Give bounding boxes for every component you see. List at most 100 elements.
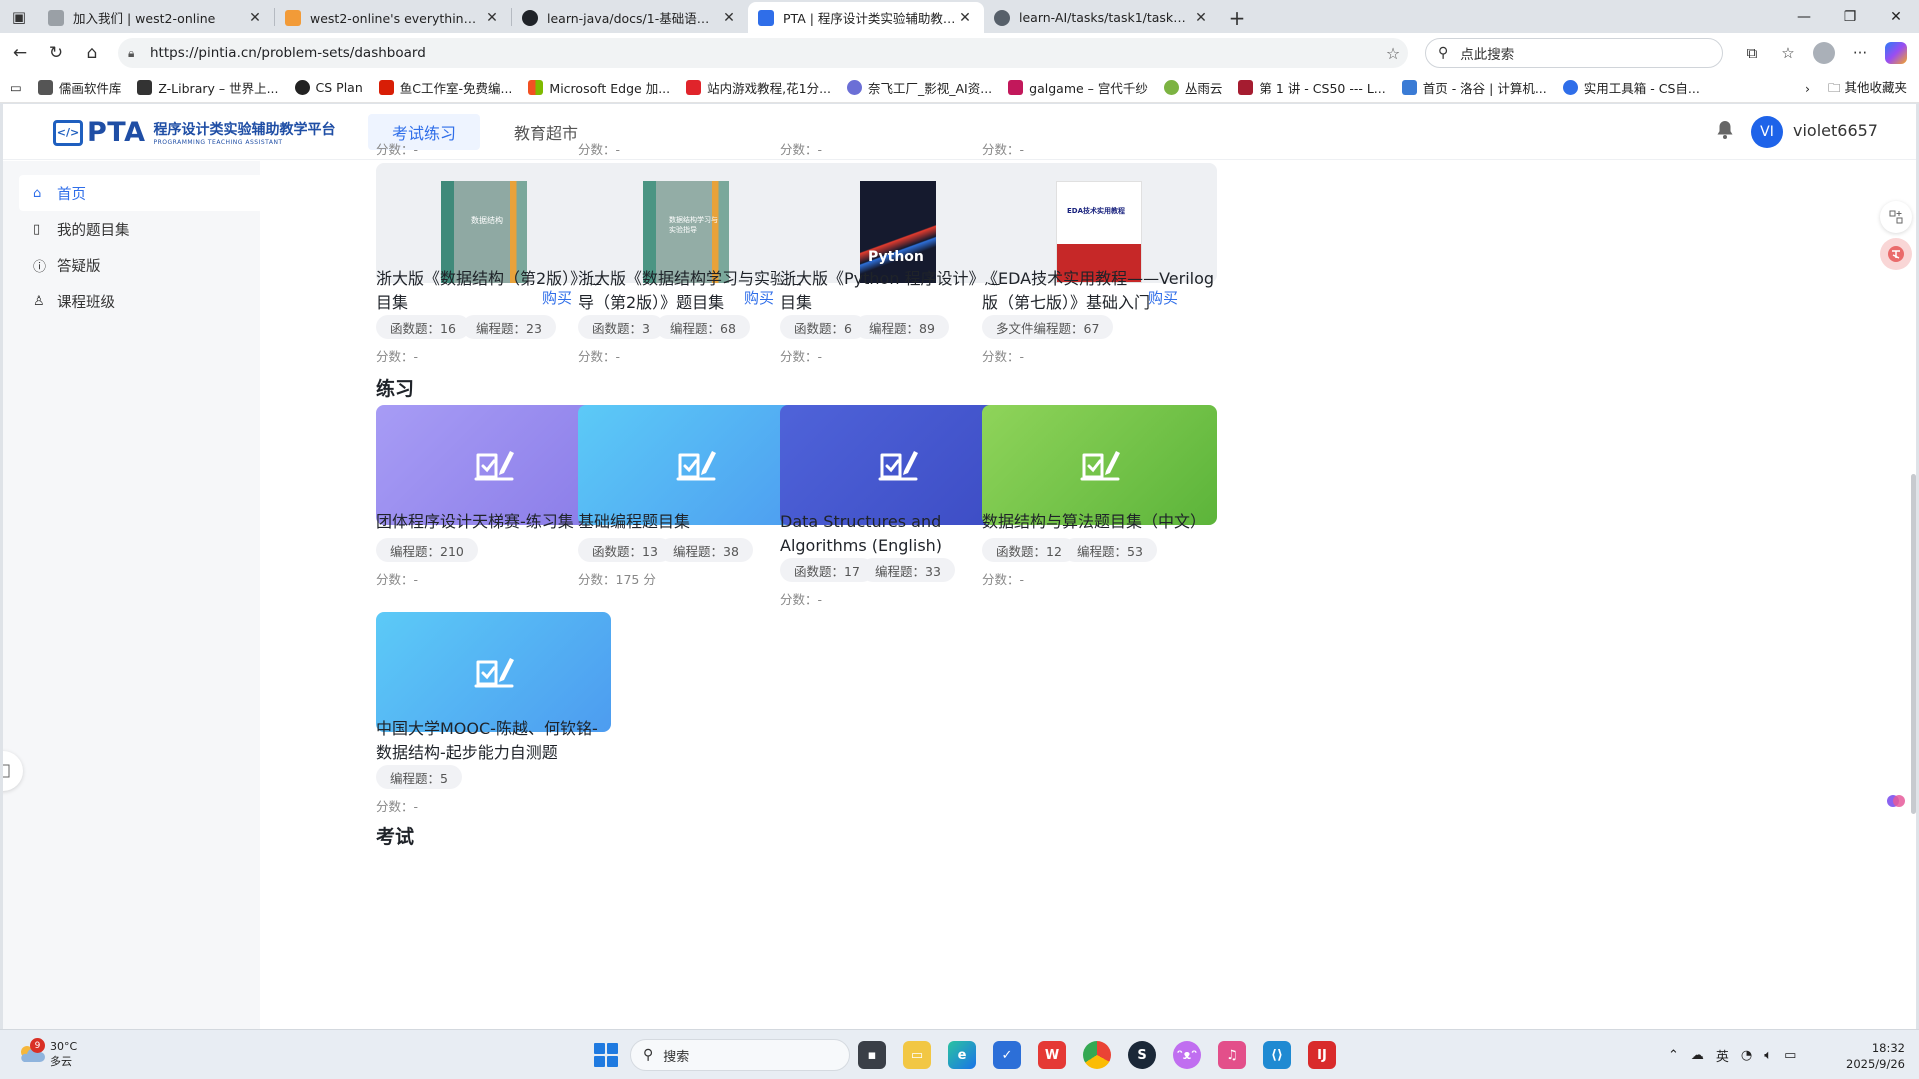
minimize-icon[interactable]: — bbox=[1781, 0, 1827, 33]
home-icon[interactable]: ⌂ bbox=[74, 35, 110, 71]
bell-icon[interactable] bbox=[1716, 120, 1734, 145]
back-icon[interactable]: ← bbox=[2, 35, 38, 71]
close-icon[interactable]: ✕ bbox=[720, 10, 738, 26]
file-explorer-icon[interactable]: ▭ bbox=[903, 1041, 931, 1069]
browser-search-box[interactable]: ⚲ 点此搜索 bbox=[1425, 38, 1723, 68]
browser-tab-active[interactable]: PTA | 程序设计类实验辅助教学平 ✕ bbox=[748, 2, 984, 33]
new-tab-button[interactable]: + bbox=[1220, 2, 1254, 33]
extensions-icon[interactable]: ⧉ bbox=[1737, 38, 1767, 68]
translate-icon[interactable] bbox=[1880, 238, 1912, 270]
problem-set-title[interactable]: 《EDA技术实用教程——Verilog版（第七版）》基础入门 bbox=[982, 267, 1217, 315]
more-menu-icon[interactable]: ··· bbox=[1845, 38, 1875, 68]
input-method-indicator[interactable]: 英 bbox=[1716, 1046, 1729, 1065]
score-text: 分数：175 分 bbox=[578, 572, 656, 587]
browser-tab[interactable]: learn-java/docs/1-基础语法.md at ✕ bbox=[512, 2, 748, 33]
buy-link[interactable]: 购买 bbox=[1148, 287, 1178, 308]
problem-set-title[interactable]: 浙大版《数据结构（第2版）》题目集 bbox=[376, 267, 611, 315]
bookmark-item[interactable]: 第 1 讲 - CS50 --- L... bbox=[1238, 78, 1386, 97]
problem-set-tile[interactable] bbox=[376, 405, 611, 525]
book-cover[interactable]: Python bbox=[780, 163, 1015, 283]
wifi-icon[interactable]: ◔ bbox=[1741, 1048, 1752, 1063]
bookmark-item[interactable]: 儒画软件库 bbox=[37, 78, 121, 97]
problem-set-tile[interactable] bbox=[780, 405, 1015, 525]
problem-set-title[interactable]: 数据结构与算法题目集（中文） bbox=[982, 510, 1217, 534]
cat-app-icon[interactable]: ᵔᴥᵔ bbox=[1173, 1041, 1201, 1069]
address-url[interactable]: https://pintia.cn/problem-sets/dashboard bbox=[150, 45, 1378, 61]
steam-icon[interactable]: S bbox=[1128, 1041, 1156, 1069]
browser-tab[interactable]: learn-AI/tasks/task1/task1.md at ✕ bbox=[984, 2, 1220, 33]
bookmark-item[interactable]: 实用工具箱 - CS自... bbox=[1562, 78, 1700, 97]
bookmark-item[interactable]: Z-Library – 世界上... bbox=[137, 78, 279, 97]
problem-set-tile[interactable] bbox=[578, 405, 813, 525]
bookmark-item[interactable]: CS Plan bbox=[294, 80, 363, 95]
problem-set-title[interactable]: Data Structures and Algorithms (English) bbox=[780, 510, 1015, 558]
browser-tab[interactable]: west2-online's everything! - 飞书 ✕ bbox=[275, 2, 511, 33]
problem-set-tile[interactable] bbox=[376, 612, 611, 732]
book-cover[interactable]: 数据结构学习与实验指导 bbox=[578, 163, 813, 283]
problem-set-title[interactable]: 浙大版《数据结构学习与实验指导（第2版）》题目集 bbox=[578, 267, 813, 315]
close-icon[interactable]: ✕ bbox=[956, 10, 974, 26]
buy-link[interactable]: 购买 bbox=[542, 287, 572, 308]
bookmark-item[interactable]: 站内游戏教程,花1分... bbox=[686, 78, 831, 97]
bookmark-label: galgame – 宫代千纱 bbox=[1029, 81, 1148, 96]
other-favorites-folder[interactable]: 🗀︎ 其他收藏夹 bbox=[1828, 77, 1907, 100]
address-bar[interactable]: 🔒︎ https://pintia.cn/problem-sets/dashbo… bbox=[118, 38, 1408, 68]
bookmarks-toggle-icon[interactable]: ▭ bbox=[10, 80, 22, 95]
task-view-icon[interactable]: ▪ bbox=[858, 1041, 886, 1069]
sidebar-item-home[interactable]: ⌂ 首页 bbox=[19, 175, 260, 211]
ai-brain-icon[interactable] bbox=[1880, 785, 1912, 817]
profile-avatar[interactable] bbox=[1809, 38, 1839, 68]
close-icon[interactable]: ✕ bbox=[483, 10, 501, 26]
feishu-icon[interactable]: ✓ bbox=[993, 1041, 1021, 1069]
problem-set-title[interactable]: 中国大学MOOC-陈越、何钦铭-数据结构-起步能力自测题 bbox=[376, 717, 611, 765]
bookmark-item[interactable]: 首页 - 洛谷 | 计算机... bbox=[1401, 78, 1547, 97]
bookmark-item[interactable]: 鱼C工作室-免费编... bbox=[378, 78, 512, 97]
buy-link[interactable]: 购买 bbox=[744, 287, 774, 308]
edge-browser-icon[interactable]: e bbox=[948, 1041, 976, 1069]
book-cover[interactable]: 数据结构 bbox=[376, 163, 611, 283]
problem-set-title[interactable]: 团体程序设计天梯赛-练习集 bbox=[376, 510, 611, 534]
close-icon[interactable]: ✕ bbox=[246, 10, 264, 26]
sidebar-item-classes[interactable]: ♙ 课程班级 bbox=[19, 283, 260, 319]
onedrive-icon[interactable]: ☁ bbox=[1691, 1048, 1704, 1063]
book-icon: ▯ bbox=[33, 221, 41, 237]
sidebar-item-my-problem-sets[interactable]: ▯ 我的题目集 bbox=[19, 211, 260, 247]
copilot-icon[interactable] bbox=[1881, 38, 1911, 68]
close-icon[interactable]: ✕ bbox=[1192, 10, 1210, 26]
browser-tab[interactable]: 加入我们 | west2-online ✕ bbox=[38, 2, 274, 33]
problem-set-title[interactable]: 基础编程题目集 bbox=[578, 510, 813, 534]
vscode-icon[interactable]: ⟨⟩ bbox=[1263, 1041, 1291, 1069]
problem-set-tile[interactable] bbox=[982, 405, 1217, 525]
refresh-icon[interactable]: ↻ bbox=[38, 35, 74, 71]
favorite-star-icon[interactable]: ☆ bbox=[1378, 44, 1408, 63]
pta-logo[interactable]: </> PTA 程序设计类实验辅助教学平台 PROGRAMMING TEACHI… bbox=[53, 117, 336, 148]
bookmark-item[interactable]: galgame – 宫代千纱 bbox=[1008, 78, 1148, 97]
close-window-icon[interactable]: ✕ bbox=[1873, 0, 1919, 33]
problem-set-title[interactable]: 浙大版《Python 程序设计》题目集 bbox=[780, 267, 1015, 315]
favorites-icon[interactable]: ☆ bbox=[1773, 38, 1803, 68]
lock-icon[interactable]: 🔒︎ bbox=[128, 46, 150, 61]
bookmark-item[interactable]: 丛雨云 bbox=[1163, 78, 1222, 97]
chevron-up-icon[interactable]: ⌃ bbox=[1668, 1048, 1679, 1063]
taskbar-search[interactable]: ⚲ 搜索 bbox=[630, 1039, 850, 1071]
system-clock[interactable]: 18:32 2025/9/26 bbox=[1846, 1040, 1905, 1072]
book-cover[interactable]: EDA技术实用教程 bbox=[982, 163, 1217, 283]
page-scrollbar[interactable] bbox=[1911, 474, 1916, 814]
avatar[interactable]: VI bbox=[1751, 116, 1783, 148]
weather-widget[interactable]: 9 30°C 多云 bbox=[16, 1038, 77, 1069]
chrome-icon[interactable] bbox=[1083, 1041, 1111, 1069]
intellij-icon[interactable]: IJ bbox=[1308, 1041, 1336, 1069]
username[interactable]: violet6657 bbox=[1793, 121, 1878, 140]
restore-icon[interactable]: ❐ bbox=[1827, 0, 1873, 33]
music-app-icon[interactable]: ♫ bbox=[1218, 1041, 1246, 1069]
windows-start-icon[interactable] bbox=[594, 1043, 618, 1067]
chevron-right-icon[interactable]: › bbox=[1805, 81, 1810, 96]
wps-icon[interactable]: W bbox=[1038, 1041, 1066, 1069]
tab-actions-icon[interactable]: ▣ bbox=[0, 0, 38, 33]
bookmark-item[interactable]: Microsoft Edge 加... bbox=[528, 78, 670, 97]
bookmark-item[interactable]: 奈飞工厂_影视_AI资... bbox=[847, 78, 992, 97]
battery-icon[interactable]: ▭ bbox=[1784, 1048, 1796, 1063]
sidebar-item-qa[interactable]: ⓘ 答疑版 bbox=[19, 247, 260, 283]
expand-panel-icon[interactable] bbox=[1880, 201, 1912, 233]
volume-icon[interactable]: 🔈︎ bbox=[1764, 1048, 1772, 1063]
